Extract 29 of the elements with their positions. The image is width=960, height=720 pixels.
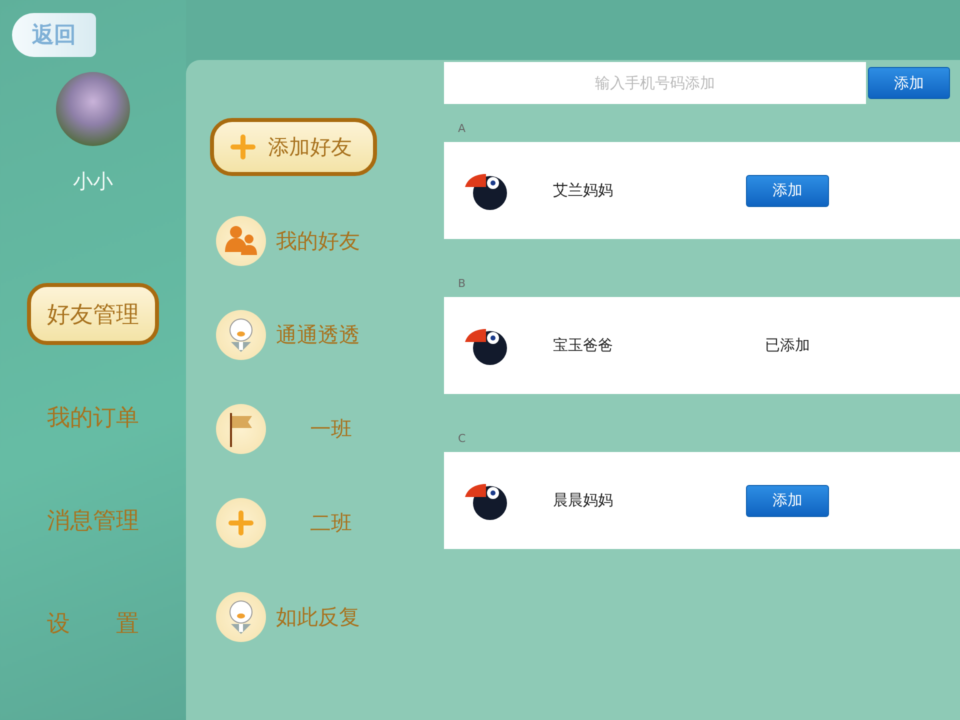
plus-icon	[216, 498, 266, 548]
user-name: 小小	[73, 168, 113, 195]
sidebar-menu-item[interactable]: 设 置	[27, 592, 159, 654]
section-letter: B	[457, 276, 467, 292]
plus-icon	[228, 132, 258, 162]
add-button[interactable]: 添加	[868, 67, 950, 99]
section-letter: C	[457, 431, 467, 447]
contact-name: 宝玉爸爸	[553, 336, 614, 355]
add-button[interactable]: 添加	[746, 174, 829, 206]
section-letter: A	[457, 121, 467, 137]
friend-menu-item[interactable]: 一班	[216, 404, 386, 454]
sidebar-menu-item[interactable]: 消息管理	[27, 489, 159, 551]
added-status: 已添加	[764, 336, 811, 355]
people-icon	[216, 216, 266, 266]
sidebar-menu-item[interactable]: 我的订单	[27, 386, 159, 448]
duck-icon	[216, 310, 266, 360]
friend-menu-item[interactable]: 通通透透	[216, 310, 386, 360]
friend-menu-item[interactable]: 如此反复	[216, 592, 386, 642]
back-button[interactable]: 返回	[12, 13, 96, 57]
duck-icon	[216, 592, 266, 642]
friend-menu-item[interactable]: 二班	[216, 498, 386, 548]
friend-menu-item[interactable]: 添加好友	[210, 118, 377, 176]
flag-icon	[216, 404, 266, 454]
contact-name: 艾兰妈妈	[553, 181, 614, 200]
contact-name: 晨晨妈妈	[553, 491, 614, 510]
add-button[interactable]: 添加	[746, 484, 829, 516]
friend-menu-item[interactable]: 我的好友	[216, 216, 386, 266]
phone-input-field[interactable]: 输入手机号码添加	[444, 62, 866, 104]
sidebar-menu-item[interactable]: 好友管理	[27, 283, 159, 345]
